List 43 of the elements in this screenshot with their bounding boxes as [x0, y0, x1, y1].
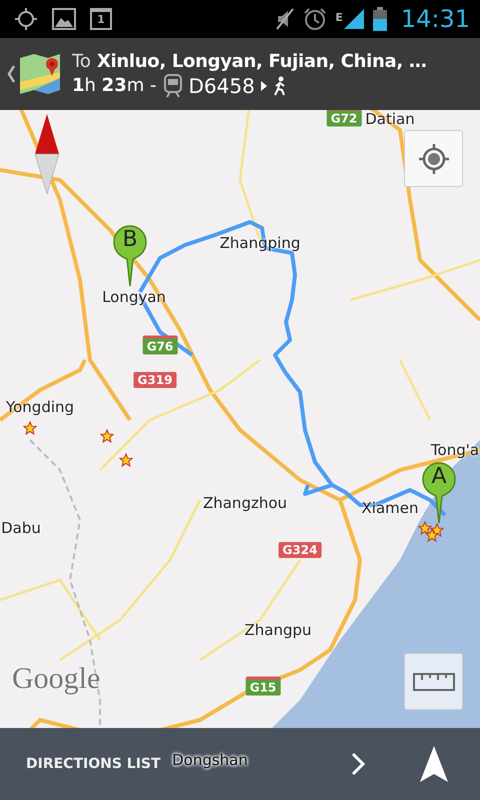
map-pin[interactable]: B: [113, 225, 147, 287]
place-label: Dabu: [1, 519, 41, 537]
place-label: Zhangpu: [244, 621, 312, 639]
battery-icon: [372, 7, 387, 31]
directions-list-button[interactable]: DIRECTIONS LIST: [0, 728, 161, 800]
place-label: Zhangzhou: [202, 494, 288, 512]
star-icon: [425, 528, 439, 542]
train-number: D6458: [188, 74, 255, 98]
train-icon: [162, 74, 182, 98]
signal-icon: [342, 8, 365, 30]
highway-shield: G76: [142, 336, 178, 354]
highway-shield: G324: [278, 542, 322, 558]
image-icon: [52, 8, 76, 30]
highway-shield: G319: [134, 372, 176, 388]
destination-title: Xinluo, Longyan, Fujian, China, …: [96, 50, 427, 72]
compass-icon[interactable]: [34, 114, 60, 194]
highway-shield: G15: [246, 676, 280, 696]
to-label: To: [72, 50, 91, 72]
place-label: Xiamen: [362, 499, 418, 517]
locate-icon: [418, 142, 450, 174]
trip-duration: 1h 23m -: [72, 75, 156, 96]
map-pin[interactable]: A: [422, 462, 456, 524]
scale-button[interactable]: [404, 653, 463, 710]
my-location-button[interactable]: [404, 130, 463, 187]
star-icon: [418, 521, 432, 535]
place-label: Dongshan: [172, 751, 248, 769]
maps-app-icon[interactable]: [18, 52, 62, 96]
back-chevron-icon[interactable]: [6, 64, 16, 84]
network-type: E: [335, 11, 343, 24]
gps-icon: [14, 7, 38, 31]
calendar-icon: 1: [90, 8, 112, 30]
chevron-right-icon: [350, 751, 366, 777]
star-icon: [119, 453, 133, 467]
mute-icon: [275, 7, 296, 31]
google-logo: Google: [12, 662, 100, 696]
star-icon: [23, 421, 37, 435]
walking-icon: [272, 76, 287, 96]
star-icon: [100, 429, 114, 443]
place-label: Tong'a: [430, 441, 480, 459]
alarm-icon: [303, 7, 328, 31]
arrow-icon: [260, 80, 267, 90]
clock: 14:31: [400, 5, 470, 33]
navigation-arrow-icon: [420, 746, 448, 782]
